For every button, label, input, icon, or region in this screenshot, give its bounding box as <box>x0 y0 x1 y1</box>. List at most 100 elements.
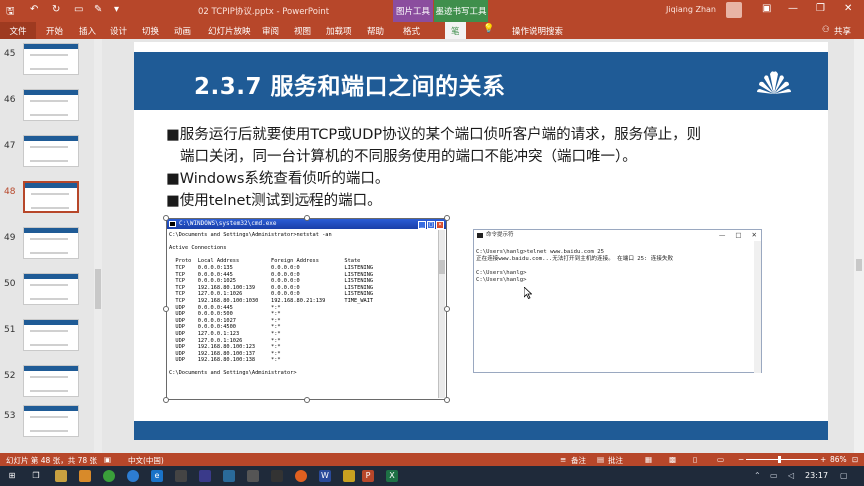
save-icon[interactable]: 🖫 <box>6 4 15 21</box>
slide-sorter-icon[interactable]: ▩ <box>669 455 676 464</box>
tab-help[interactable]: 帮助 <box>367 25 384 37</box>
tab-file[interactable]: 文件 <box>0 22 36 39</box>
resize-handle[interactable] <box>304 397 310 403</box>
slide-title[interactable]: 2.3.7 服务和端口之间的关系 <box>194 67 506 101</box>
taskbar-clock[interactable]: 23:17 <box>805 471 828 480</box>
network-icon[interactable]: ▭ <box>770 471 778 480</box>
thumbnail-image[interactable] <box>23 319 79 351</box>
resize-handle[interactable] <box>163 215 169 221</box>
ribbon-display-icon[interactable]: ▣ <box>762 3 771 14</box>
tab-pen[interactable]: 笔 <box>445 22 466 39</box>
redo-icon[interactable]: ↻ <box>52 4 60 15</box>
thumbnails-scrollbar[interactable] <box>94 39 102 453</box>
slideshow-view-icon[interactable]: ▭ <box>717 455 724 464</box>
thumbnail-slide-49[interactable]: 49 <box>0 227 96 263</box>
thumbnail-image-selected[interactable] <box>23 181 79 213</box>
language-indicator[interactable]: 中文(中国) <box>128 455 164 466</box>
spellcheck-icon[interactable]: ▣ <box>104 455 111 464</box>
thumbnail-slide-53[interactable]: 53 <box>0 405 96 441</box>
app-icon[interactable] <box>343 470 355 482</box>
resize-handle[interactable] <box>304 215 310 221</box>
wechat-icon[interactable] <box>103 470 115 482</box>
minimize-icon[interactable]: — <box>788 3 798 14</box>
canvas-scrollbar[interactable] <box>854 39 864 453</box>
slideshow-icon[interactable]: ▭ <box>74 4 83 15</box>
file-explorer-icon[interactable] <box>55 470 67 482</box>
tab-transitions[interactable]: 切换 <box>142 25 159 37</box>
thumbnail-slide-46[interactable]: 46 <box>0 89 96 125</box>
tab-slideshow[interactable]: 幻灯片放映 <box>208 25 251 37</box>
volume-icon[interactable]: ◁ <box>788 471 794 480</box>
cmd-icon[interactable] <box>271 470 283 482</box>
zoom-out-icon[interactable]: − <box>738 455 744 464</box>
notes-icon[interactable]: ≡ <box>560 455 566 464</box>
app-icon[interactable] <box>223 470 235 482</box>
tab-home[interactable]: 开始 <box>46 25 63 37</box>
tell-me-search[interactable]: 操作说明搜索 <box>512 25 563 37</box>
thumbnail-image[interactable] <box>23 43 79 75</box>
thumbnail-slide-48[interactable]: 48 <box>0 181 96 217</box>
zoom-in-icon[interactable]: + <box>820 455 826 464</box>
undo-icon[interactable]: ↶ <box>30 4 38 15</box>
thumbnail-image[interactable] <box>23 405 79 437</box>
share-button[interactable]: 共享 <box>834 25 851 37</box>
resize-handle[interactable] <box>444 215 450 221</box>
tab-design[interactable]: 设计 <box>110 25 127 37</box>
zoom-level[interactable]: 86% <box>830 455 847 464</box>
tray-chevron-icon[interactable]: ⌃ <box>754 471 761 480</box>
thumbnail-image[interactable] <box>23 135 79 167</box>
customize-toolbar-icon[interactable]: ▾ <box>114 4 119 15</box>
thumbnail-slide-47[interactable]: 47 <box>0 135 96 171</box>
rotate-handle[interactable] <box>304 196 310 202</box>
zoom-slider[interactable] <box>746 456 818 463</box>
thumbnail-slide-50[interactable]: 50 <box>0 273 96 309</box>
tab-view[interactable]: 视图 <box>294 25 311 37</box>
media-player-icon[interactable] <box>295 470 307 482</box>
app-icon[interactable] <box>247 470 259 482</box>
tab-animations[interactable]: 动画 <box>174 25 191 37</box>
user-name[interactable]: Jiqiang Zhan <box>666 5 716 14</box>
normal-view-icon[interactable]: ▦ <box>645 455 652 464</box>
excel-icon[interactable]: X <box>386 470 398 482</box>
thumbnail-image[interactable] <box>23 227 79 259</box>
edge-icon[interactable]: e <box>151 470 163 482</box>
chrome-icon[interactable] <box>127 470 139 482</box>
resize-handle[interactable] <box>444 306 450 312</box>
resize-handle[interactable] <box>163 397 169 403</box>
tab-addins[interactable]: 加载项 <box>326 25 352 37</box>
close-icon[interactable]: ✕ <box>844 3 852 14</box>
touch-mode-icon[interactable]: ✎ <box>94 4 102 15</box>
scrollbar-thumb[interactable] <box>856 259 862 271</box>
restore-icon[interactable]: ❐ <box>816 3 825 14</box>
scrollbar-thumb[interactable] <box>95 269 101 309</box>
comments-icon[interactable]: ▤ <box>597 455 604 464</box>
app-icon[interactable] <box>175 470 187 482</box>
reading-view-icon[interactable]: ▯ <box>693 455 697 464</box>
notes-button[interactable]: 备注 <box>571 455 586 466</box>
task-view-icon[interactable]: ❒ <box>30 470 42 482</box>
thumbnail-slide-45[interactable]: 45 <box>0 43 96 79</box>
netstat-screenshot-image[interactable]: C:\WINDOWS\system32\cmd.exe _ □ × C:\Docum… <box>166 218 447 400</box>
resize-handle[interactable] <box>444 397 450 403</box>
tab-insert[interactable]: 插入 <box>79 25 96 37</box>
app-icon[interactable] <box>199 470 211 482</box>
fit-slide-icon[interactable]: ⊡ <box>852 455 858 464</box>
thumbnail-slide-51[interactable]: 51 <box>0 319 96 355</box>
start-icon[interactable]: ⊞ <box>6 470 18 482</box>
notifications-icon[interactable]: ▢ <box>840 471 848 480</box>
word-icon[interactable]: W <box>319 470 331 482</box>
slide-body-text[interactable]: ■服务运行后就要使用TCP或UDP协议的某个端口侦听客户端的请求，服务停止，则 … <box>166 124 806 212</box>
tab-format[interactable]: 格式 <box>403 25 420 37</box>
powerpoint-icon[interactable]: P <box>362 470 374 482</box>
thumbnail-image[interactable] <box>23 273 79 305</box>
thumbnail-image[interactable] <box>23 365 79 397</box>
app-icon[interactable] <box>79 470 91 482</box>
thumbnail-image[interactable] <box>23 89 79 121</box>
thumbnail-slide-52[interactable]: 52 <box>0 365 96 401</box>
share-icon[interactable]: ⚇ <box>822 25 830 35</box>
tab-review[interactable]: 审阅 <box>262 25 279 37</box>
telnet-screenshot-image[interactable]: 命令提示符 — □ ✕ C:\Users\hanlg>telnet www.baid… <box>473 229 762 373</box>
avatar[interactable] <box>726 2 742 18</box>
resize-handle[interactable] <box>163 306 169 312</box>
zoom-slider-thumb[interactable] <box>777 456 781 463</box>
